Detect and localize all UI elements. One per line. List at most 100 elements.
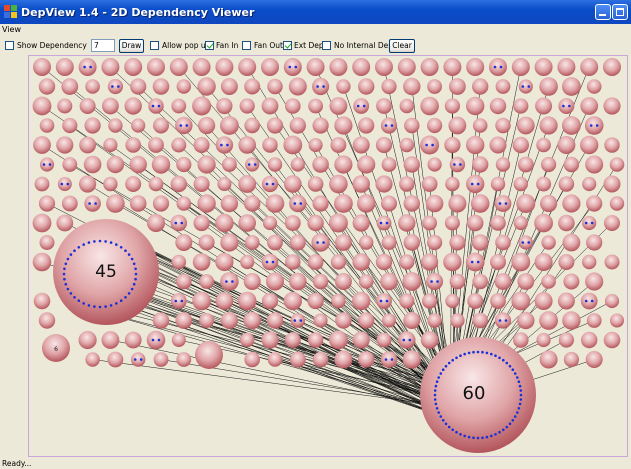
graph-node[interactable] [352,253,371,271]
graph-node[interactable] [215,292,234,310]
graph-node[interactable] [381,195,397,212]
allow-popup-checkbox[interactable] [150,41,159,50]
graph-node[interactable] [329,97,348,115]
graph-node[interactable] [334,194,353,213]
graph-node[interactable] [147,58,165,76]
graph-node[interactable] [103,137,118,153]
graph-node[interactable] [148,98,164,114]
graph-node[interactable] [352,214,370,232]
graph-node[interactable] [375,175,393,193]
graph-node[interactable] [125,137,141,153]
graph-node[interactable] [336,79,351,94]
graph-node[interactable] [557,292,575,310]
graph-node[interactable] [516,194,536,213]
graph-node[interactable] [238,214,256,232]
graph-node[interactable] [427,313,442,328]
graph-node[interactable] [329,174,348,194]
graph-node[interactable] [399,176,415,192]
graph-node[interactable] [536,332,551,348]
graph-node[interactable] [152,195,170,212]
graph-node[interactable] [244,78,261,95]
graph-node[interactable] [562,194,581,213]
graph-node[interactable] [313,313,328,328]
graph-node[interactable] [604,293,620,309]
graph-node[interactable] [422,293,438,309]
graph-node[interactable] [558,254,575,270]
graph-node[interactable] [398,214,416,232]
graph-node[interactable] [171,98,187,114]
graph-node[interactable] [124,58,143,76]
graph-node[interactable] [334,155,353,174]
graph-node[interactable] [328,213,348,233]
graph-node[interactable] [39,157,55,172]
graph-node[interactable] [494,273,512,290]
graph-node[interactable] [425,194,444,213]
dependency-graph-canvas[interactable]: 45 60 6 [28,55,628,457]
graph-node[interactable] [265,194,285,213]
graph-node[interactable] [151,155,171,174]
graph-node[interactable] [85,79,100,94]
graph-node[interactable] [107,351,124,368]
graph-node[interactable] [444,215,460,231]
graph-node[interactable] [444,136,461,154]
graph-node[interactable] [472,156,489,173]
graph-node[interactable] [380,272,398,291]
graph-node[interactable] [240,332,255,348]
graph-node[interactable] [283,135,303,155]
graph-node[interactable] [78,58,97,76]
graph-node[interactable] [375,136,393,154]
graph-node[interactable] [495,117,511,134]
graph-node[interactable] [39,235,55,250]
graph-node[interactable] [403,77,421,96]
graph-node[interactable] [130,78,147,95]
graph-node[interactable] [512,136,529,154]
graph-node[interactable] [422,215,437,231]
graph-node[interactable] [330,254,346,270]
fan-out-checkbox[interactable] [242,41,251,50]
graph-node[interactable] [399,293,415,309]
graph-node[interactable] [61,195,78,212]
graph-node[interactable] [466,174,485,194]
graph-node[interactable] [518,79,533,94]
graph-node[interactable] [220,312,238,329]
graph-node[interactable] [262,137,278,153]
graph-node[interactable] [358,312,375,329]
graph-node[interactable] [220,233,239,252]
graph-node[interactable] [267,234,283,251]
graph-node[interactable] [290,157,305,172]
graph-node[interactable] [536,137,551,153]
graph-node[interactable] [152,78,170,95]
graph-node[interactable] [584,116,604,135]
graph-node[interactable] [490,215,506,231]
graph-node[interactable] [170,293,187,309]
graph-node[interactable] [511,252,531,272]
graph-node[interactable] [284,332,301,348]
graph-node[interactable] [106,194,125,213]
graph-node[interactable] [403,312,421,329]
graph-node[interactable] [494,312,512,329]
graph-node[interactable] [335,312,352,329]
graph-node[interactable] [558,332,575,348]
graph-node[interactable] [307,254,324,270]
graph-node[interactable] [357,155,376,174]
graph-node[interactable] [306,58,325,76]
graph-node[interactable] [541,156,557,173]
graph-node[interactable] [283,58,302,76]
graph-node[interactable] [84,195,101,212]
graph-node[interactable] [312,77,330,96]
menu-view[interactable]: View [2,25,21,34]
graph-node[interactable] [57,177,72,191]
dependency-number-input[interactable]: 7 [91,39,115,52]
graph-node[interactable] [197,194,216,213]
graph-node[interactable] [308,138,323,152]
graph-node[interactable] [312,195,329,212]
graph-node[interactable] [558,98,575,114]
graph-node[interactable] [376,98,392,114]
graph-node[interactable] [38,78,56,95]
graph-node[interactable] [56,214,74,232]
graph-node[interactable] [192,291,211,311]
graph-node[interactable] [171,333,186,347]
graph-node[interactable] [449,78,466,95]
graph-node[interactable] [170,175,187,193]
graph-node[interactable] [84,117,101,134]
